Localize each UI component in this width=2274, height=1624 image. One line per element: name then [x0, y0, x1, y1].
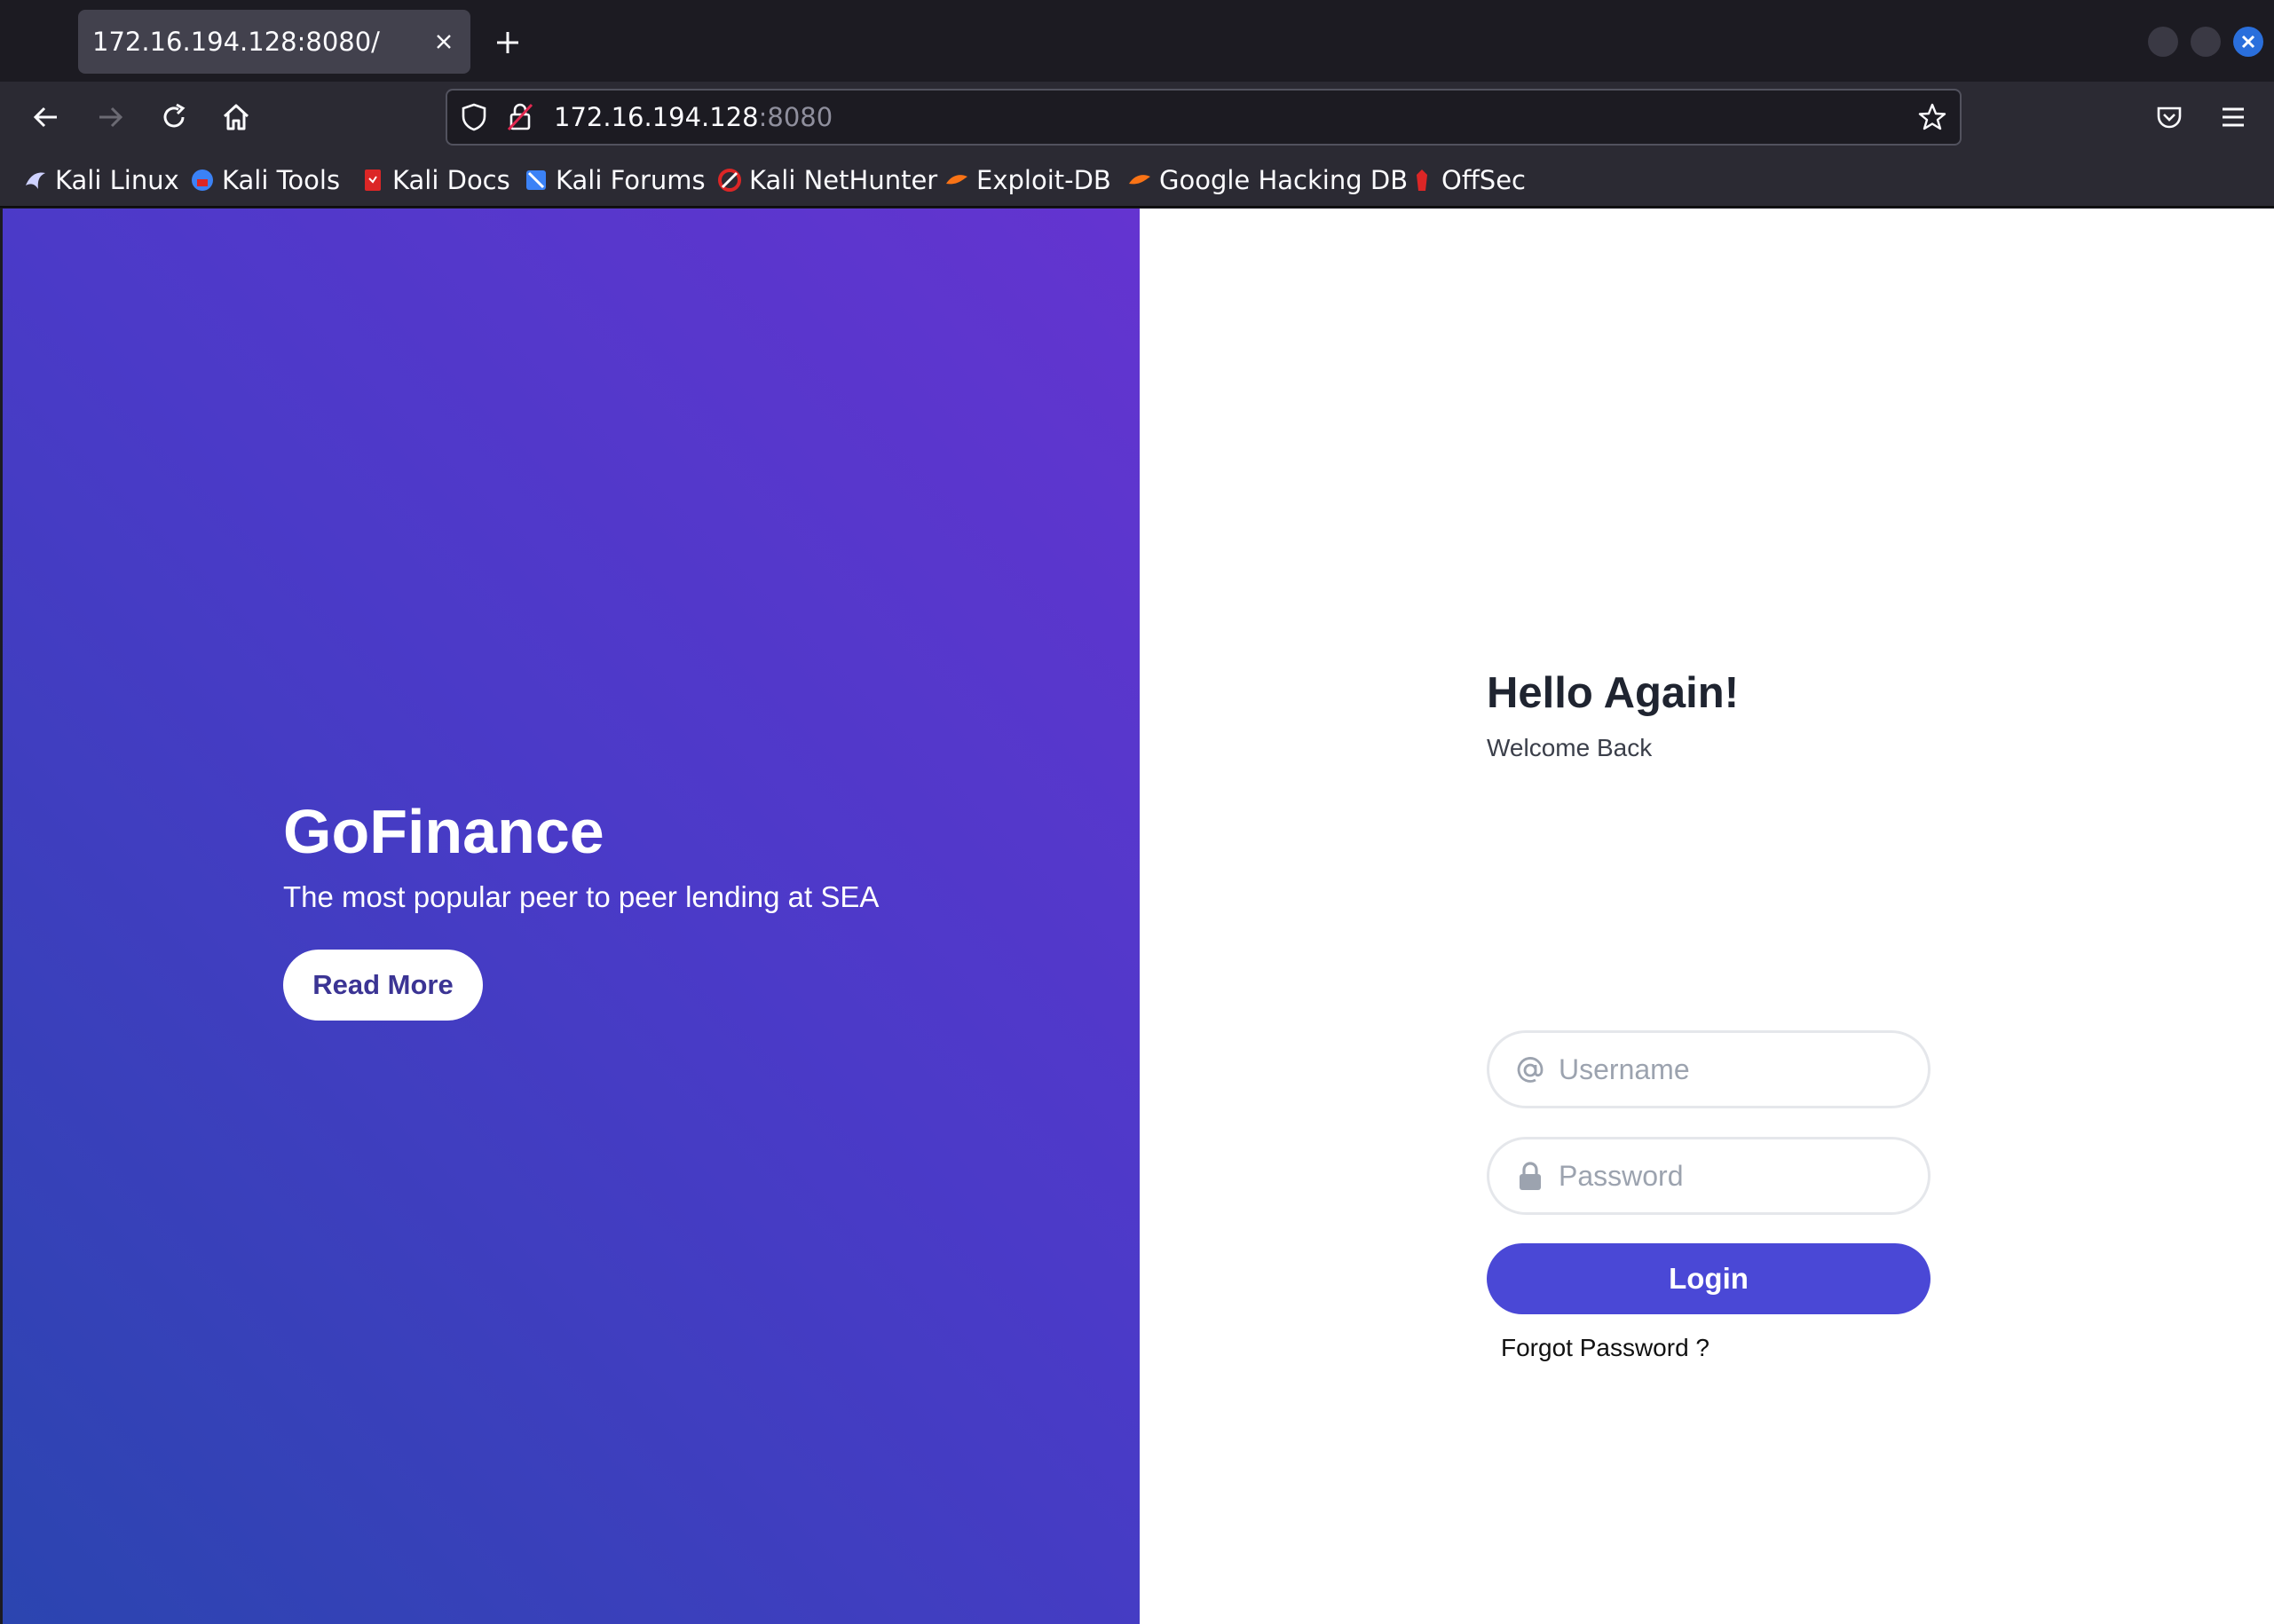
maximize-window-button[interactable] — [2191, 27, 2221, 57]
close-tab-icon[interactable] — [430, 28, 458, 56]
bookmark-google-hacking-db[interactable]: Google Hacking DB — [1127, 153, 1408, 208]
bookmark-offsec[interactable]: OffSec — [1409, 153, 1526, 208]
bookmark-label: Kali Forums — [556, 165, 706, 195]
read-more-button[interactable]: Read More — [283, 950, 483, 1021]
new-tab-icon[interactable] — [492, 27, 524, 59]
bookmark-star-icon[interactable] — [1917, 102, 1947, 136]
exploit-db-icon — [944, 168, 969, 193]
bookmark-exploit-db[interactable]: Exploit-DB — [944, 153, 1111, 208]
at-sign-icon — [1514, 1054, 1546, 1086]
lock-icon — [1514, 1161, 1546, 1193]
password-input[interactable] — [1559, 1148, 1914, 1203]
shield-icon[interactable] — [460, 102, 488, 136]
bookmark-label: Kali Linux — [55, 165, 179, 195]
bookmark-label: Exploit-DB — [976, 165, 1111, 195]
username-field[interactable] — [1487, 1030, 1931, 1108]
kali-docs-icon — [360, 168, 385, 193]
password-field[interactable] — [1487, 1137, 1931, 1215]
login-title: Hello Again! — [1487, 669, 1740, 717]
forward-arrow-icon[interactable] — [92, 99, 128, 135]
bookmark-label: Kali Docs — [392, 165, 510, 195]
bookmark-kali-forums[interactable]: Kali Forums — [524, 153, 706, 208]
url-host: 172.16.194.128 — [554, 102, 759, 132]
bookmark-label: Google Hacking DB — [1159, 165, 1409, 195]
tab-title: 172.16.194.128:8080/ — [92, 27, 380, 57]
ghdb-icon — [1127, 168, 1152, 193]
bookmark-label: Kali NetHunter — [749, 165, 938, 195]
bookmark-label: Kali Tools — [222, 165, 341, 195]
offsec-icon — [1409, 168, 1434, 193]
bookmark-kali-linux[interactable]: Kali Linux — [23, 153, 179, 208]
minimize-window-button[interactable] — [2148, 27, 2178, 57]
bookmarks-toolbar: Kali Linux Kali Tools Kali Docs Kali For… — [0, 153, 2274, 208]
forgot-password-link[interactable]: Forgot Password ? — [1501, 1334, 1709, 1362]
close-window-button[interactable] — [2233, 27, 2263, 57]
bookmark-kali-nethunter[interactable]: Kali NetHunter — [717, 153, 937, 208]
url-text[interactable]: 172.16.194.128:8080 — [554, 91, 833, 144]
brand-title: GoFinance — [283, 797, 604, 866]
home-icon[interactable] — [218, 99, 254, 135]
web-page: GoFinance The most popular peer to peer … — [3, 209, 2274, 1624]
brand-tagline: The most popular peer to peer lending at… — [283, 880, 880, 913]
reload-icon[interactable] — [156, 99, 192, 135]
kali-nethunter-icon — [717, 168, 742, 193]
bookmark-kali-tools[interactable]: Kali Tools — [190, 153, 340, 208]
menu-hamburger-icon[interactable] — [2215, 99, 2251, 135]
active-tab[interactable]: 172.16.194.128:8080/ — [78, 10, 470, 74]
bookmark-kali-docs[interactable]: Kali Docs — [360, 153, 510, 208]
back-arrow-icon[interactable] — [28, 99, 64, 135]
tab-strip: 172.16.194.128:8080/ — [0, 0, 2274, 82]
login-button[interactable]: Login — [1487, 1243, 1931, 1314]
kali-tools-icon — [190, 168, 215, 193]
bookmark-label: OffSec — [1441, 165, 1527, 195]
navigation-bar: 172.16.194.128:8080 — [0, 82, 2274, 153]
kali-forums-icon — [524, 168, 549, 193]
kali-dragon-icon — [23, 168, 48, 193]
browser-window: 172.16.194.128:8080/ 172.16.194.128:8080… — [0, 0, 2274, 1624]
login-subtitle: Welcome Back — [1487, 734, 1653, 761]
address-bar[interactable]: 172.16.194.128:8080 — [446, 89, 1962, 146]
username-input[interactable] — [1559, 1042, 1914, 1097]
url-port: :8080 — [758, 102, 833, 132]
hero-panel: GoFinance The most popular peer to peer … — [3, 209, 1140, 1624]
pocket-icon[interactable] — [2152, 99, 2187, 135]
insecure-lock-icon[interactable] — [506, 102, 534, 136]
